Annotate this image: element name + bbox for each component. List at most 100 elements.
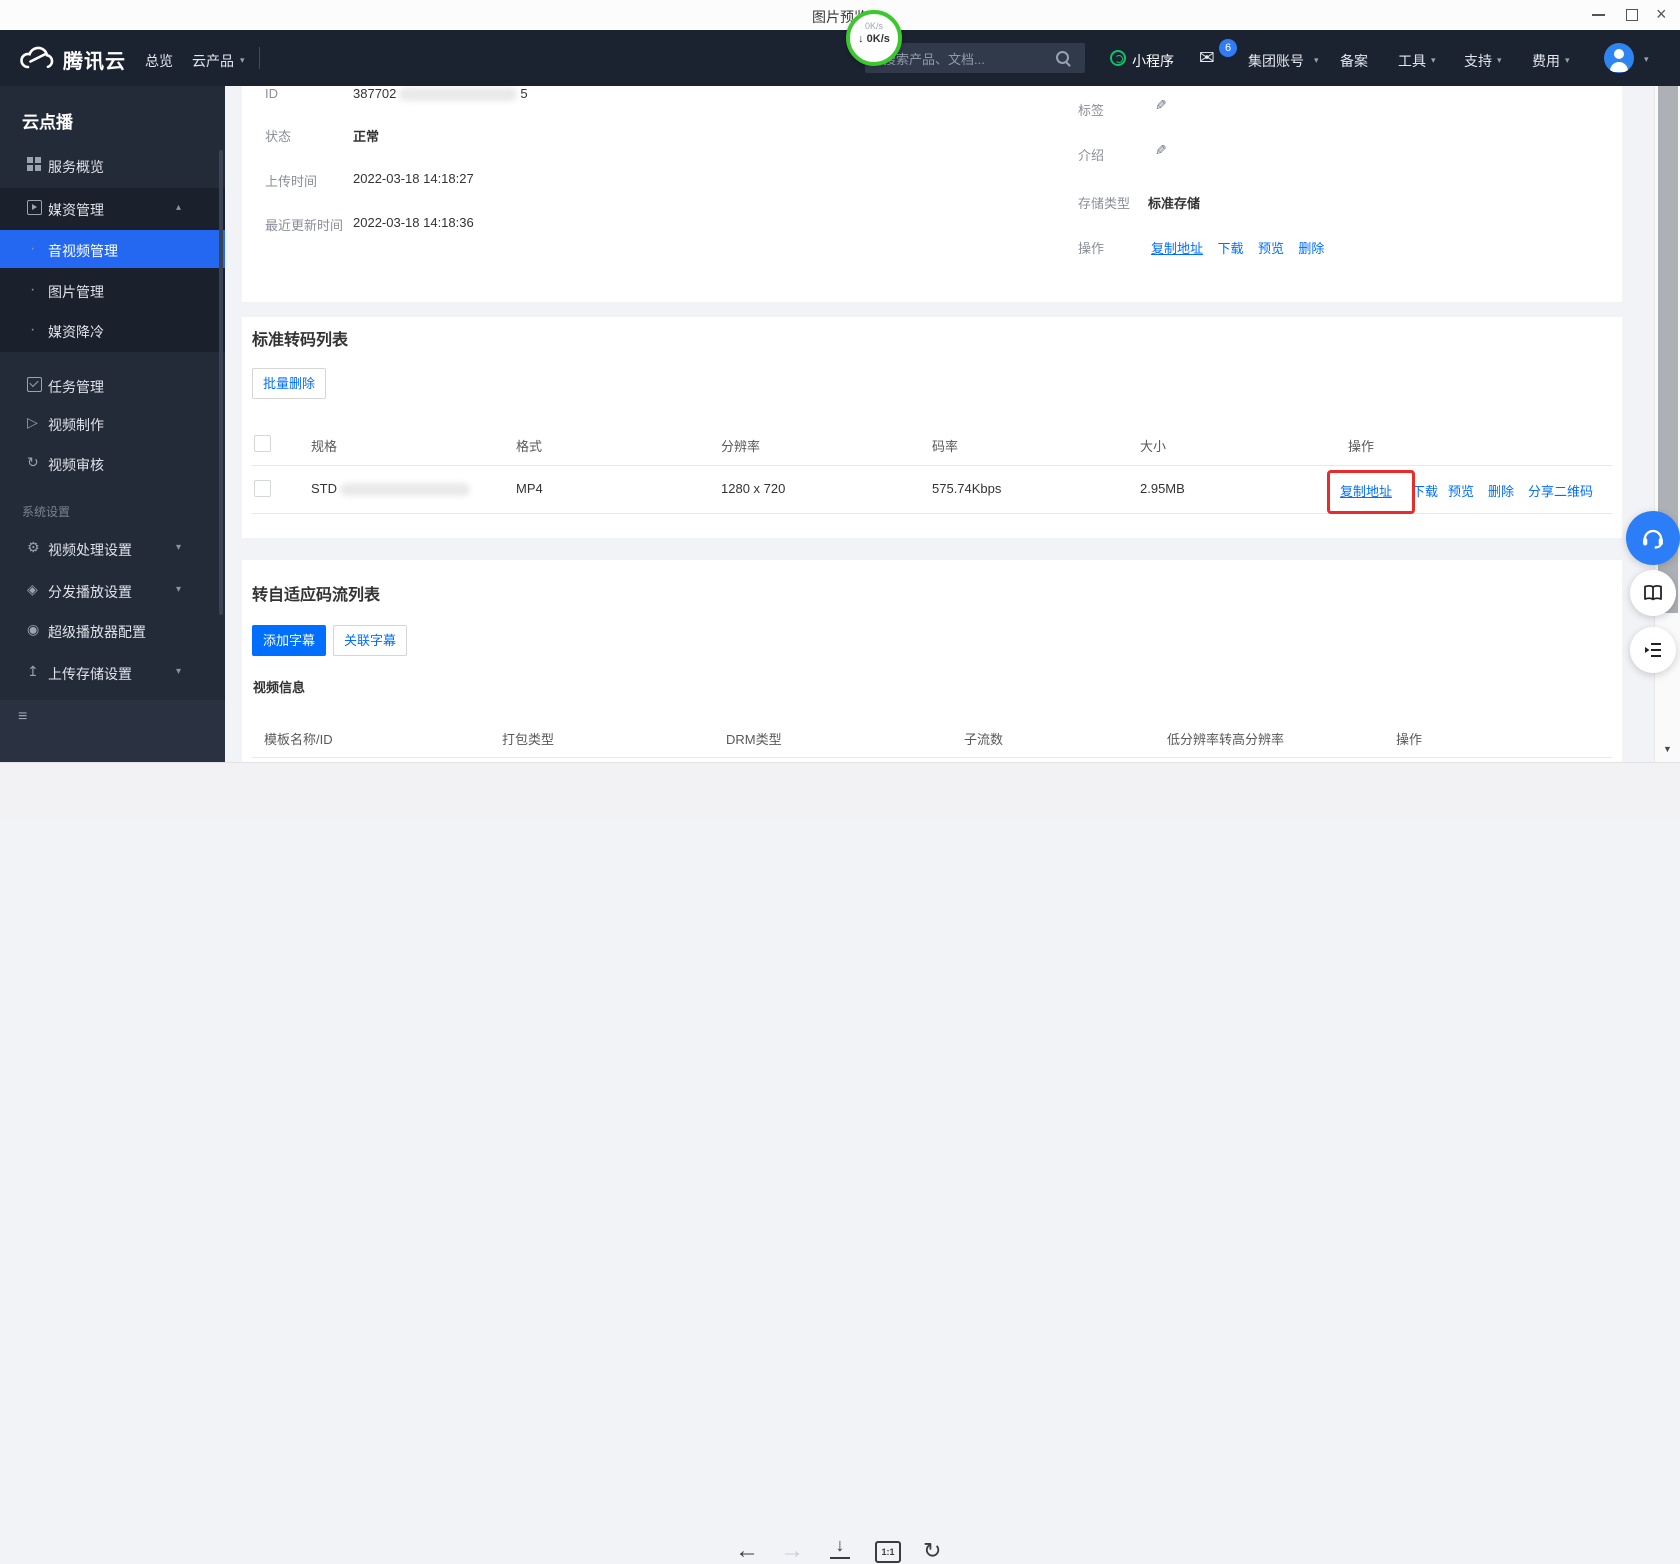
bullet-icon: ·	[30, 244, 35, 254]
nav-group-account[interactable]: 集团账号	[1248, 51, 1304, 71]
maximize-icon[interactable]	[1626, 9, 1638, 21]
minimize-icon[interactable]	[1592, 14, 1605, 16]
forward-icon[interactable]: →	[780, 1539, 804, 1563]
edit-pencil-icon[interactable]: ✎	[1155, 97, 1167, 114]
row-checkbox[interactable]	[254, 480, 271, 497]
nav-tools[interactable]: 工具	[1398, 51, 1426, 71]
cell-bitrate: 575.74Kbps	[932, 481, 1001, 496]
redacted-text	[399, 88, 517, 101]
batch-delete-button[interactable]: 批量删除	[252, 368, 326, 399]
rotate-icon[interactable]: ↻	[923, 1539, 941, 1563]
sidebar-item-service-overview[interactable]: 服务概览	[48, 157, 104, 177]
sidebar-item-media-cooling[interactable]: 媒资降冷	[48, 322, 104, 342]
bullet-icon: ·	[30, 325, 35, 335]
chevron-down-icon[interactable]: ▾	[176, 666, 181, 677]
mail-icon[interactable]: ✉	[1199, 47, 1215, 70]
brand-name[interactable]: 腾讯云	[63, 45, 126, 74]
chevron-down-icon[interactable]: ▾	[176, 542, 181, 553]
upload-speed: 0K/s	[850, 21, 898, 31]
detail-actions: 复制地址 下载 预览 删除	[1151, 238, 1324, 258]
column-action: 操作	[1396, 729, 1422, 748]
nav-billing[interactable]: 费用	[1532, 51, 1560, 71]
delete-link[interactable]: 删除	[1488, 481, 1514, 500]
sidebar-item-image-management[interactable]: 图片管理	[48, 282, 104, 302]
id-label: ID	[265, 86, 278, 101]
column-size: 大小	[1140, 436, 1166, 455]
column-template: 模板名称/ID	[264, 729, 333, 748]
preview-link[interactable]: 预览	[1448, 481, 1474, 500]
link-subtitle-button[interactable]: 关联字幕	[333, 625, 407, 656]
customer-service-button[interactable]	[1626, 511, 1680, 565]
chevron-down-icon: ▾	[1314, 55, 1319, 66]
nav-beian[interactable]: 备案	[1340, 51, 1368, 71]
bullet-icon: ·	[30, 285, 35, 295]
sidebar: 云点播 服务概览 媒资管理 ▴ · 音视频管理 · 图片管理 · 媒资降冷 任务…	[0, 86, 225, 762]
delete-link[interactable]: 删除	[1298, 241, 1324, 256]
update-time-label: 最近更新时间	[265, 215, 343, 234]
edit-pencil-icon[interactable]: ✎	[1155, 142, 1167, 159]
player-icon: ◉	[27, 622, 39, 636]
copy-address-link[interactable]: 复制地址	[1151, 241, 1203, 256]
sidebar-item-super-player-config[interactable]: 超级播放器配置	[48, 622, 146, 642]
back-icon[interactable]: ←	[735, 1539, 759, 1563]
copy-address-link[interactable]: 复制地址	[1340, 481, 1392, 500]
chevron-down-icon: ▾	[1497, 55, 1502, 66]
headset-icon	[1639, 524, 1667, 552]
window-title: 图片预览	[0, 7, 1680, 27]
avatar[interactable]	[1604, 43, 1634, 73]
sidebar-item-distribution-playback-settings[interactable]: 分发播放设置	[48, 582, 132, 602]
top-navbar: 腾讯云 总览 云产品 ▾ 小程序 ✉ 6 集团账号 ▾ 备案 工具 ▾ 支持 ▾…	[0, 30, 1680, 86]
add-subtitle-button[interactable]: 添加字幕	[252, 625, 326, 656]
download-image-icon[interactable]: ↓	[830, 1535, 850, 1559]
download-link[interactable]: 下载	[1412, 481, 1438, 500]
table-divider	[252, 757, 1612, 758]
mini-program-icon	[1110, 50, 1126, 66]
share-qrcode-link[interactable]: 分享二维码	[1528, 481, 1593, 500]
column-format: 格式	[516, 436, 542, 455]
sidebar-item-audio-video-management[interactable]: 音视频管理	[48, 241, 118, 261]
search-input[interactable]	[881, 48, 1045, 70]
docs-button[interactable]	[1630, 570, 1676, 616]
window-titlebar: 图片预览 ×	[0, 0, 1680, 30]
actual-size-icon[interactable]: 1:1	[875, 1541, 901, 1563]
search-icon[interactable]	[1056, 51, 1069, 64]
sidebar-scrollbar[interactable]	[219, 150, 223, 615]
id-value: 3877025	[353, 86, 528, 101]
nav-products[interactable]: 云产品	[192, 51, 234, 71]
sidebar-item-video-production[interactable]: 视频制作	[48, 415, 104, 435]
preview-link[interactable]: 预览	[1258, 241, 1284, 256]
nav-support[interactable]: 支持	[1464, 51, 1492, 71]
sidebar-item-video-processing-settings[interactable]: 视频处理设置	[48, 540, 132, 560]
scroll-down-icon[interactable]: ▼	[1655, 744, 1680, 754]
column-drm-type: DRM类型	[726, 729, 782, 748]
action-label: 操作	[1078, 238, 1104, 257]
sidebar-section-system-settings: 系统设置	[22, 503, 70, 520]
sidebar-item-upload-storage-settings[interactable]: 上传存储设置	[48, 664, 132, 684]
list-icon	[1641, 638, 1665, 662]
main-content: ID 3877025 状态 正常 上传时间 2022-03-18 14:18:2…	[225, 86, 1680, 762]
sidebar-item-task-management[interactable]: 任务管理	[48, 377, 104, 397]
sidebar-footer	[0, 700, 225, 762]
select-all-checkbox[interactable]	[254, 435, 271, 452]
chevron-down-icon[interactable]: ▾	[1644, 54, 1649, 65]
chevron-up-icon[interactable]: ▴	[176, 202, 181, 213]
cell-resolution: 1280 x 720	[721, 481, 785, 496]
chevron-down-icon[interactable]: ▾	[176, 584, 181, 595]
media-icon	[27, 200, 42, 215]
close-icon[interactable]: ×	[1656, 3, 1667, 25]
transcode-list-card: 标准转码列表 批量删除 规格 格式 分辨率 码率 大小 操作 STD MP4 1…	[242, 317, 1622, 538]
sidebar-item-video-review[interactable]: 视频审核	[48, 455, 104, 475]
sidebar-item-media-management[interactable]: 媒资管理	[48, 200, 104, 220]
nav-mini-program[interactable]: 小程序	[1132, 51, 1174, 71]
cube-icon: ◈	[27, 582, 38, 596]
nav-divider	[259, 47, 260, 69]
feedback-list-button[interactable]	[1630, 627, 1676, 673]
refresh-icon: ↻	[27, 455, 39, 469]
column-low-to-high-res: 低分辨率转高分辨率	[1167, 729, 1284, 748]
nav-overview[interactable]: 总览	[145, 51, 173, 71]
tencent-cloud-logo-icon	[18, 45, 58, 72]
redacted-text	[340, 483, 470, 496]
download-link[interactable]: 下载	[1217, 241, 1243, 256]
collapse-menu-icon[interactable]: ≡	[18, 710, 27, 724]
network-speed-badge[interactable]: 0K/s ↓ 0K/s	[846, 10, 902, 66]
